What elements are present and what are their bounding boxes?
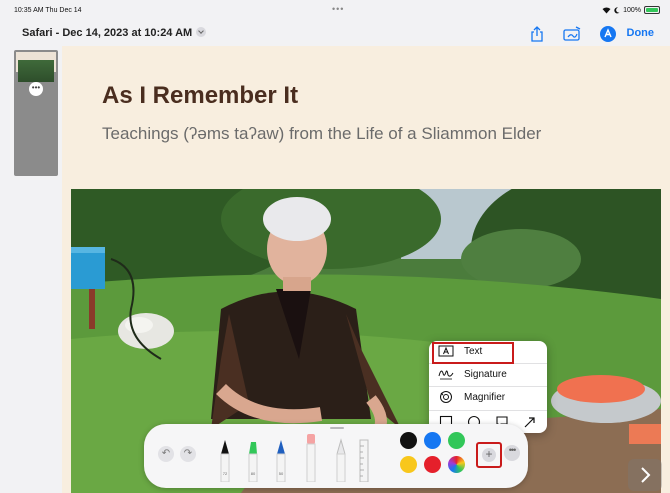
marker-tool[interactable]: 80 xyxy=(246,438,260,482)
status-time: 10:35 AM Thu Dec 14 xyxy=(14,7,82,14)
edit-markup-icon[interactable] xyxy=(562,25,582,43)
battery-percent: 100% xyxy=(623,6,641,14)
pencil-size-label: 50 xyxy=(279,471,284,476)
palette-grabber[interactable] xyxy=(330,427,344,429)
next-page-button[interactable] xyxy=(628,459,662,491)
done-button[interactable]: Done xyxy=(627,27,655,39)
ruler-tool[interactable] xyxy=(358,438,370,482)
lasso-tool[interactable] xyxy=(334,438,348,482)
markup-pen-icon[interactable] xyxy=(600,26,616,42)
menu-item-signature[interactable]: Signature xyxy=(429,364,547,386)
menu-item-magnifier[interactable]: Magnifier xyxy=(429,387,547,409)
status-right: 100% xyxy=(602,6,660,14)
eraser-tool[interactable] xyxy=(304,432,318,482)
arrow-icon[interactable] xyxy=(523,415,537,429)
thumbnail-more-icon[interactable]: ••• xyxy=(29,82,43,96)
pen-tool[interactable]: 72 xyxy=(218,438,232,482)
book-title: As I Remember It xyxy=(102,82,299,109)
color-blue-swatch[interactable] xyxy=(424,432,441,449)
color-green-swatch[interactable] xyxy=(448,432,465,449)
document-title-text: Safari - Dec 14, 2023 at 10:24 AM xyxy=(22,27,193,39)
pen-size-label: 72 xyxy=(223,471,228,476)
more-icon[interactable]: ••• xyxy=(504,445,520,461)
redo-icon[interactable]: ↷ xyxy=(180,446,196,462)
menu-item-label: Magnifier xyxy=(464,392,506,403)
moon-icon xyxy=(614,6,620,13)
thumbnail-photo xyxy=(18,60,54,82)
battery-icon xyxy=(644,6,660,14)
menu-item-label: Signature xyxy=(464,369,507,380)
book-subtitle: Teachings (ʔəms taʔaw) from the Life of … xyxy=(102,124,542,143)
share-icon[interactable] xyxy=(528,25,546,43)
multitasking-dots-icon[interactable]: ••• xyxy=(332,4,344,14)
color-black-swatch[interactable] xyxy=(400,432,417,449)
chevron-right-icon xyxy=(641,467,651,483)
chevron-down-icon[interactable] xyxy=(196,27,207,38)
add-annotation-button[interactable]: + xyxy=(476,442,502,468)
pencil-tool[interactable]: 50 xyxy=(274,438,288,482)
color-red-swatch[interactable] xyxy=(424,456,441,473)
plus-icon: + xyxy=(482,448,496,462)
document-title[interactable]: Safari - Dec 14, 2023 at 10:24 AM xyxy=(22,27,207,39)
color-picker-icon[interactable] xyxy=(448,456,465,473)
markup-tool-palette: ↶ ↷ 72 80 50 + ••• xyxy=(144,424,528,488)
status-bar: 10:35 AM Thu Dec 14 ••• 100% xyxy=(0,0,670,20)
undo-icon[interactable]: ↶ xyxy=(158,446,174,462)
page-thumbnail[interactable]: ••• xyxy=(14,50,58,176)
screen: 10:35 AM Thu Dec 14 ••• 100% Safari - De… xyxy=(0,0,670,493)
wifi-icon xyxy=(602,7,611,13)
color-yellow-swatch[interactable] xyxy=(400,456,417,473)
thumbnail-sidebar: ••• xyxy=(0,46,62,493)
marker-size-label: 80 xyxy=(251,471,256,476)
signature-icon xyxy=(438,370,454,380)
text-menu-highlight xyxy=(432,342,514,364)
magnifier-icon xyxy=(440,391,452,403)
toolbar: Safari - Dec 14, 2023 at 10:24 AM Done xyxy=(0,22,670,46)
